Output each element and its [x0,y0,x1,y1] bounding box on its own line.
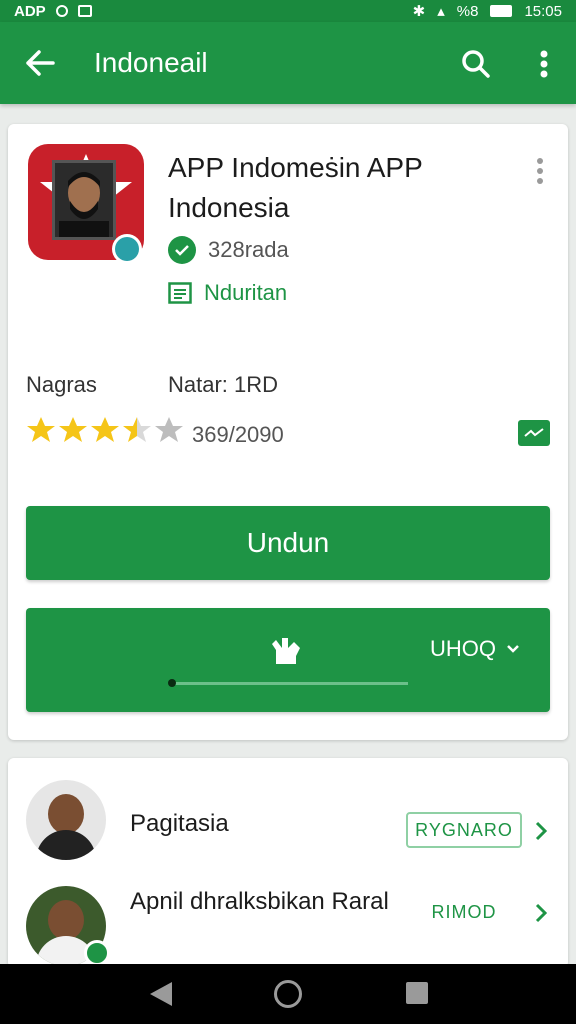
rating-count: 369/2090 [192,422,284,447]
progress-knob[interactable] [168,679,176,687]
app-verified-badge [112,234,142,264]
star-full-icon [59,417,87,442]
install-button[interactable]: Undun [26,506,550,580]
status-bar: ADP ✱ ▴ %8 15:05 [0,0,576,22]
star-empty-icon [155,417,183,442]
verified-row: 328rada [168,236,289,264]
chevron-right-icon[interactable] [530,816,552,846]
dropdown-label: UHOQ [430,636,496,661]
list-item-action-button[interactable]: RIMOD [406,894,522,930]
portrait-image [52,160,116,240]
system-nav-bar [0,964,576,1024]
check-circle-icon [168,236,196,264]
sync-icon [55,5,68,17]
star-half-icon [123,417,151,442]
more-vert-icon [540,50,548,78]
progress-track [172,682,408,685]
back-button[interactable] [0,22,80,104]
dropdown-selector[interactable]: UHOQ [430,636,520,662]
verified-badge-icon [84,940,110,966]
notification-icon [77,5,92,17]
battery-icon [490,5,513,17]
document-icon [168,282,192,304]
star-full-icon [91,417,119,442]
related-list-card: Pagitasia RYGNARO Apnil dhralksbikan Rar… [8,758,568,968]
search-icon [462,50,490,78]
list-item[interactable]: Apnil dhralksbikan Raral RIMOD [8,878,568,968]
secondary-action-panel: UHOQ [26,608,550,712]
developer-row[interactable]: Nduritan [168,280,287,306]
more-vert-icon [537,158,543,184]
list-item-title: Apnil dhralksbikan Raral [130,888,389,915]
avatar [26,780,106,860]
signal-icon: ▴ [437,3,445,20]
app-bar-title: Indoneail [94,47,208,78]
card-overflow-button[interactable] [528,154,552,188]
chevron-down-icon [507,645,519,653]
bluetooth-icon: ✱ [412,3,426,20]
overflow-menu-button[interactable] [520,40,568,88]
developer-text: Nduritan [204,280,288,305]
app-detail-card: APP Indomeṡin APP Indonesia 328rada Ndur… [8,124,568,740]
nav-recents-icon[interactable] [406,982,428,1004]
nav-back-icon[interactable] [148,980,174,1008]
app-name: APP Indomeṡin APP Indonesia [168,152,423,223]
star-full-icon [27,417,55,442]
hand-icon[interactable] [266,632,306,668]
info-label-left: Nagras [26,372,97,397]
trend-icon[interactable] [518,420,550,446]
list-item[interactable]: Pagitasia RYGNARO [8,774,568,884]
search-button[interactable] [452,40,500,88]
list-item-title: Pagitasia [130,810,229,837]
verified-text: 328rada [208,237,289,262]
chevron-right-icon[interactable] [530,898,552,928]
app-bar: Indoneail [0,22,576,104]
arrow-left-icon [26,50,55,76]
rating-stars [26,416,184,444]
list-item-action-button[interactable]: RYGNARO [406,812,522,848]
battery-percent: %8 [456,2,479,20]
clock: 15:05 [524,2,562,20]
nav-home-icon[interactable] [274,980,302,1008]
info-label-right: Natar: 1RD [168,372,279,397]
status-left-text: ADP [14,2,46,20]
